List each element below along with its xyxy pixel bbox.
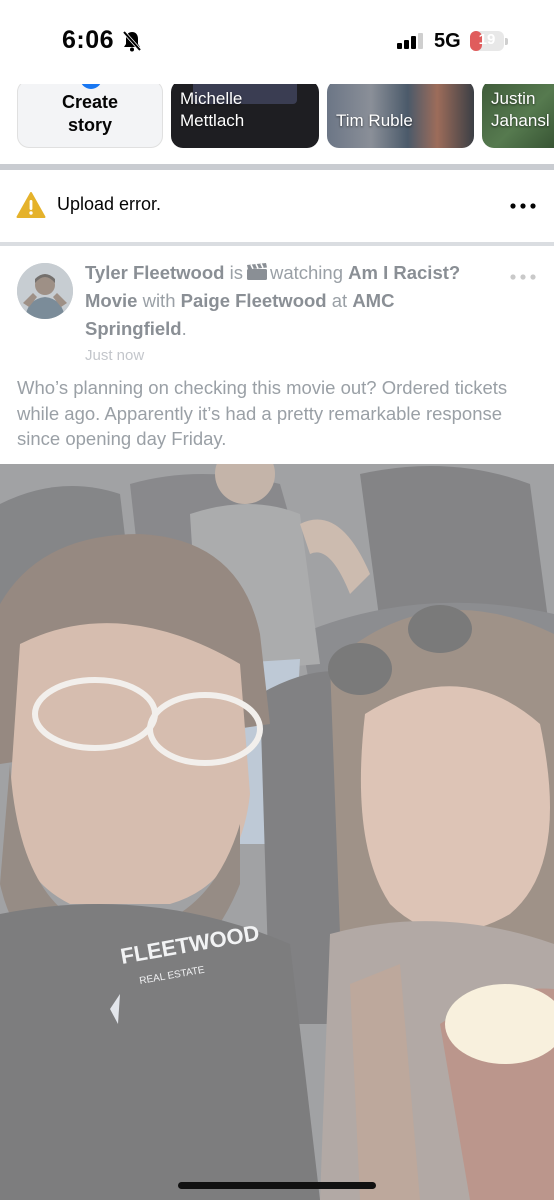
post-activity: watching [269, 262, 343, 283]
post-at: at [331, 290, 348, 311]
create-story-card[interactable]: Create story [17, 84, 163, 148]
status-bar: 6:06 5G 19 [0, 0, 554, 84]
post-verb: is [229, 262, 243, 283]
warning-icon [16, 192, 46, 218]
post-timestamp[interactable]: Just now [85, 347, 144, 364]
upload-error-text: Upload error. [57, 194, 162, 214]
upload-error-banner[interactable]: Upload error. [0, 170, 554, 242]
post-end-punct: . [181, 318, 187, 339]
post-tagged-person[interactable]: Paige Fleetwood [181, 290, 327, 311]
more-options-icon[interactable] [510, 203, 536, 209]
more-options-icon[interactable] [510, 274, 536, 280]
plus-icon [80, 84, 102, 89]
signal-bars-icon [397, 33, 423, 49]
story-card-michelle[interactable]: Michelle Mettlach [171, 84, 319, 148]
clapperboard-icon [246, 263, 267, 280]
avatar[interactable] [17, 263, 73, 319]
home-indicator[interactable] [178, 1182, 376, 1189]
battery-cap [505, 38, 508, 45]
post-photo[interactable]: FLEETWOOD REAL ESTATE [0, 464, 554, 1200]
story-name: Tim Ruble [336, 111, 413, 130]
story-card-tim[interactable]: Tim Ruble [327, 84, 474, 148]
battery-icon: 19 [470, 30, 508, 52]
network-label: 5G [434, 30, 461, 52]
post: Tyler Fleetwood is watching Am I Racist?… [0, 246, 554, 464]
story-name: Justin Jahansl [491, 89, 550, 130]
story-name: Michelle Mettlach [180, 89, 245, 130]
post-with: with [142, 290, 176, 311]
post-headline: Tyler Fleetwood is watching Am I Racist?… [85, 259, 495, 343]
avatar-image [17, 263, 73, 319]
story-card-justin[interactable]: Justin Jahansl [482, 84, 554, 148]
post-body-text: Who’s planning on checking this movie ou… [17, 377, 508, 449]
stories-row[interactable]: Create story Michelle Mettlach Tim Ruble… [0, 84, 554, 162]
photo-overlay [0, 464, 554, 1200]
post-author[interactable]: Tyler Fleetwood [85, 262, 224, 283]
create-story-label: Create story [18, 91, 162, 137]
create-story-text: Create story [61, 92, 119, 135]
status-time: 6:06 [62, 26, 115, 54]
battery-level: 19 [478, 31, 496, 48]
bell-slash-icon [122, 30, 142, 52]
